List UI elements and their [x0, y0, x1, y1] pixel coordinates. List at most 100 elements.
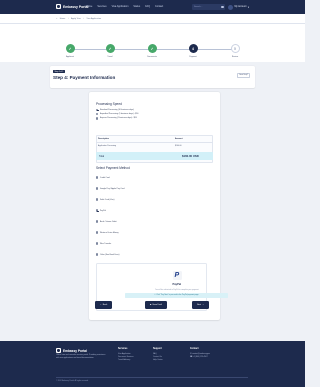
main-nav: Home Services Visa Application Status FA…: [86, 5, 163, 8]
chevron-right-icon: ›: [67, 17, 69, 20]
payment-options: Credit Card Google Pay / Apple Pay Card …: [96, 172, 211, 260]
radio-credit-card[interactable]: [96, 176, 99, 179]
nav-services[interactable]: Services: [97, 5, 106, 8]
search-icon: [220, 5, 224, 9]
option-label: Other (See Bank Fees): [99, 253, 120, 256]
radio-expedited[interactable]: [96, 113, 99, 116]
payment-title: Select Payment Method: [96, 166, 130, 170]
radio-wire-transfer[interactable]: [96, 242, 99, 245]
step-1-label: Applicant: [66, 55, 74, 58]
footer-copyright: © 2024 Embassy Portal. All rights reserv…: [56, 380, 89, 382]
avatar: [228, 4, 233, 10]
payment-option[interactable]: Debit Card (Visa): [96, 194, 211, 205]
footer-link[interactable]: Travel Advisory: [118, 359, 134, 361]
nav-status[interactable]: Status: [133, 5, 140, 8]
payment-option[interactable]: Credit Card: [96, 172, 211, 183]
col-description: Description: [98, 138, 110, 140]
radio-express[interactable]: [96, 117, 99, 120]
payment-option[interactable]: Google Pay / Apple Pay Card: [96, 183, 211, 194]
brand-logo[interactable]: Embassy Portal: [56, 4, 88, 9]
back-label: Back: [102, 304, 108, 306]
option-label: Debit Card (Visa): [99, 198, 115, 201]
processing-option-express[interactable]: Express Processing (2 business days) - $…: [96, 116, 211, 120]
processing-title: Processing Speed: [96, 102, 122, 106]
account-label: My Account: [234, 6, 247, 8]
option-label: Standard Processing (10 business days): [99, 109, 134, 112]
option-label: Western Union Money: [99, 231, 119, 234]
step-5: 5: [230, 44, 240, 53]
radio-debit-card[interactable]: [96, 198, 99, 201]
paypal-description: You will be redirected to PayPal to comp…: [154, 288, 200, 291]
chevron-right-icon: ›: [83, 17, 84, 20]
total-label: Total: [99, 154, 105, 158]
radio-bank-debit[interactable]: [96, 220, 99, 223]
option-label: Express Processing (2 business days) - $…: [99, 117, 137, 120]
option-label: Google Pay / Apple Pay Card: [99, 187, 125, 190]
payment-option[interactable]: Other (See Bank Fees): [96, 249, 211, 260]
breadcrumb: ⌂ Home › Apply Visa › Visa Application: [56, 18, 101, 20]
footer-link[interactable]: Document Services: [118, 356, 134, 358]
radio-wallet[interactable]: [96, 187, 99, 190]
footer-link[interactable]: Contact Us: [153, 356, 163, 358]
footer-link[interactable]: Help Center: [153, 359, 163, 361]
nav-faq[interactable]: FAQ: [145, 5, 150, 8]
footer-brand: Embassy Portal: [56, 348, 87, 353]
radio-western-union[interactable]: [96, 231, 99, 234]
next-label: Next: [196, 304, 202, 306]
payment-option[interactable]: Bank / Interac Debit: [96, 216, 211, 227]
next-button[interactable]: Next →: [192, 301, 209, 309]
radio-paypal[interactable]: [96, 209, 99, 212]
payment-option[interactable]: PayPal: [96, 205, 211, 216]
crumb-home[interactable]: Home: [60, 18, 66, 20]
payment-option[interactable]: Western Union Money: [96, 227, 211, 238]
footer-support-title: Support: [153, 348, 162, 350]
footer-description: Official visa and consular services port…: [56, 354, 106, 359]
home-icon: ⌂: [56, 17, 58, 20]
crumb-current: Visa Application: [86, 17, 102, 20]
nav-visa-application[interactable]: Visa Application: [112, 5, 129, 8]
footer-phone[interactable]: ☎ +1 (800) 123-4567: [190, 356, 210, 358]
search-input[interactable]: Search...: [192, 4, 225, 10]
step-1: ✓: [65, 44, 75, 53]
option-label: PayPal: [99, 209, 106, 212]
footer-email[interactable]: ✉ contact@embassy.gov: [190, 353, 210, 355]
breadcrumb-bar: [0, 14, 305, 24]
back-button[interactable]: ← Back: [95, 301, 112, 309]
brand-name: Embassy Portal: [63, 4, 89, 9]
page-title: Step 4: Payment Information: [53, 74, 116, 80]
save-icon: ■: [150, 304, 152, 306]
save-draft-button[interactable]: ■ Save Draft: [145, 301, 167, 309]
radio-standard[interactable]: [96, 108, 99, 112]
payment-option[interactable]: Wire Transfer: [96, 238, 211, 249]
step-3: ✓: [147, 44, 157, 53]
processing-options: Standard Processing (10 business days) E…: [96, 108, 211, 121]
footer-link[interactable]: FAQ: [153, 353, 163, 355]
footer-link[interactable]: Visa Application: [118, 353, 134, 355]
crumb-apply[interactable]: Apply Visa: [71, 18, 81, 20]
step-5-label: Review: [231, 55, 239, 58]
arrow-left-icon: ←: [99, 304, 102, 306]
step-4: 4: [188, 44, 198, 53]
shield-icon: [56, 348, 61, 353]
radio-other[interactable]: [96, 253, 99, 256]
nav-contact[interactable]: Contact: [155, 5, 163, 8]
total-value: $160.00 USD: [182, 154, 199, 159]
paypal-info-note: ⓘ Click "Pay Now" to proceed to the PayP…: [125, 293, 228, 298]
step-3-label: Documents: [147, 55, 157, 58]
step-2-label: Travel: [107, 55, 113, 58]
paypal-icon: P: [174, 272, 180, 279]
option-label: Wire Transfer: [99, 242, 112, 245]
footer-contact-title: Contact: [190, 348, 199, 350]
footer-brand-name: Embassy Portal: [63, 348, 87, 353]
step-2: ✓: [105, 44, 115, 53]
help-button[interactable]: Need Help?: [237, 72, 251, 78]
option-label: Expedited Processing (5 business days) -…: [99, 113, 139, 116]
arrow-right-icon: →: [202, 304, 205, 306]
fee-row-desc: Application Processing: [98, 144, 117, 147]
option-label: Bank / Interac Debit: [99, 220, 117, 223]
paypal-name: PayPal: [172, 282, 182, 286]
account-menu[interactable]: My Account ▾: [228, 4, 249, 10]
nav-home[interactable]: Home: [86, 5, 92, 8]
step-badge: Step 4 of 5: [53, 70, 65, 74]
footer-support-links: FAQ Contact Us Help Center: [153, 353, 163, 361]
